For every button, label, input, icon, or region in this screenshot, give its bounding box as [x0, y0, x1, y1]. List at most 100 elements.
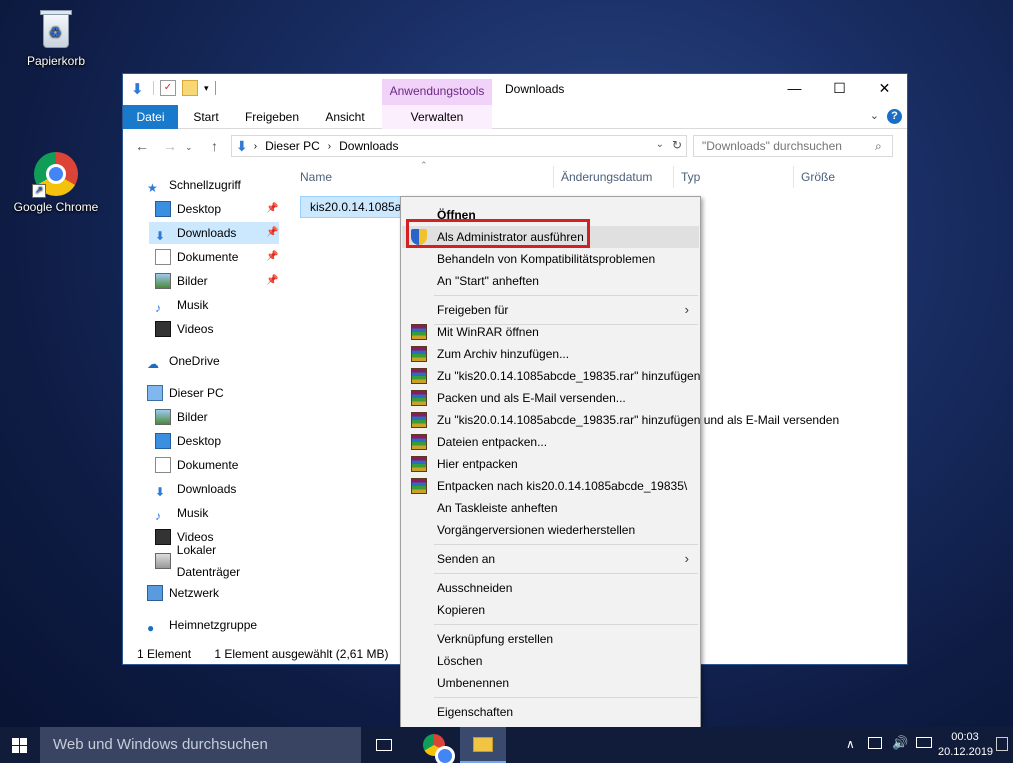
pictures-icon: [155, 273, 171, 289]
start-button[interactable]: [0, 727, 40, 763]
breadcrumb-this-pc[interactable]: Dieser PC: [265, 139, 320, 153]
desktop-icon-recycle-bin[interactable]: ♻ Papierkorb: [11, 8, 101, 68]
menu-item-pin-start[interactable]: An "Start" anheften: [402, 270, 699, 292]
close-button[interactable]: ✕: [862, 74, 907, 103]
file-name: kis20.0.14.1085abcde_19835.exe: [310, 200, 404, 214]
menu-item-share-with[interactable]: Freigeben für ›: [402, 299, 699, 321]
file-row[interactable]: kis20.0.14.1085abcde_19835.exe: [300, 196, 405, 218]
music-icon: ♪: [155, 301, 161, 315]
menu-item-delete[interactable]: Löschen: [402, 650, 699, 672]
pin-icon[interactable]: 📌: [266, 275, 278, 286]
forward-arrow-icon[interactable]: →: [163, 138, 177, 154]
tab-ansicht[interactable]: Ansicht: [315, 105, 375, 129]
nav-pc-pictures[interactable]: Bilder: [155, 406, 208, 428]
chevron-right-icon[interactable]: ›: [254, 141, 257, 152]
column-headers: Name Änderungsdatum Typ Größe: [293, 166, 873, 188]
keyboard-icon[interactable]: [916, 737, 932, 748]
nav-pc-music[interactable]: ♪ Musik: [155, 502, 208, 524]
nav-label: Downloads: [177, 482, 237, 496]
highlight-box: [406, 219, 590, 248]
nav-quick-desktop[interactable]: Desktop: [155, 198, 221, 220]
tab-freigeben[interactable]: Freigeben: [237, 105, 307, 129]
nav-quick-downloads[interactable]: ⬇ Downloads: [149, 222, 279, 244]
maximize-button[interactable]: ☐: [817, 74, 862, 103]
nav-quick-music[interactable]: ♪ Musik: [155, 294, 208, 316]
search-icon[interactable]: ⌕: [875, 139, 882, 154]
nav-quick-pictures[interactable]: Bilder: [155, 270, 208, 292]
nav-quick-access[interactable]: ★ Schnellzugriff: [147, 174, 241, 196]
menu-item-compat[interactable]: Behandeln von Kompatibilitätsproblemen: [402, 248, 699, 270]
nav-label: Lokaler Datenträger: [176, 543, 241, 579]
menu-item-rename[interactable]: Umbenennen: [402, 672, 699, 694]
music-icon: ♪: [155, 509, 161, 523]
notification-icon[interactable]: [996, 737, 1008, 751]
menu-item-pack-email[interactable]: Packen und als E-Mail versenden...: [402, 387, 699, 409]
column-name[interactable]: Name: [300, 170, 332, 184]
chevron-right-icon[interactable]: ›: [328, 141, 331, 152]
back-arrow-icon[interactable]: ←: [135, 138, 149, 154]
nav-pc-local-disk[interactable]: Lokaler Datenträger: [155, 543, 281, 579]
menu-item-cut[interactable]: Ausschneiden: [402, 577, 699, 599]
breadcrumb-downloads[interactable]: Downloads: [339, 139, 398, 153]
pin-icon[interactable]: 📌: [266, 227, 278, 238]
taskbar-explorer[interactable]: [460, 727, 506, 763]
new-folder-icon[interactable]: [182, 80, 198, 96]
nav-quick-videos[interactable]: Videos: [155, 318, 213, 340]
taskbar-chrome[interactable]: [411, 727, 457, 763]
nav-pc-desktop[interactable]: Desktop: [155, 430, 221, 452]
search-input[interactable]: [693, 135, 893, 157]
tab-datei[interactable]: Datei: [123, 105, 178, 129]
menu-item-restore-previous[interactable]: Vorgängerversionen wiederherstellen: [402, 519, 699, 541]
taskbar-search[interactable]: Web und Windows durchsuchen: [40, 727, 361, 763]
properties-check-icon[interactable]: ✓: [160, 80, 176, 96]
tab-start[interactable]: Start: [181, 105, 231, 129]
nav-pc-downloads[interactable]: ⬇ Downloads: [155, 478, 236, 500]
recent-chevron-icon[interactable]: ⌄: [185, 142, 193, 153]
menu-item-extract-here[interactable]: Hier entpacken: [402, 453, 699, 475]
menu-item-add-rar-email[interactable]: Zu "kis20.0.14.1085abcde_19835.rar" hinz…: [402, 409, 839, 431]
column-type[interactable]: Typ: [681, 170, 700, 184]
nav-network[interactable]: Netzwerk: [147, 582, 219, 604]
nav-quick-documents[interactable]: Dokumente: [155, 246, 238, 268]
column-size[interactable]: Größe: [801, 170, 835, 184]
task-view-button[interactable]: [361, 727, 407, 763]
window-title: Downloads: [505, 82, 565, 96]
network-tray-icon[interactable]: [868, 737, 882, 749]
menu-item-create-shortcut[interactable]: Verknüpfung erstellen: [402, 628, 699, 650]
nav-homegroup[interactable]: ● Heimnetzgruppe: [147, 614, 257, 636]
menu-item-winrar-open[interactable]: Mit WinRAR öffnen: [402, 321, 699, 343]
nav-pc-documents[interactable]: Dokumente: [155, 454, 238, 476]
task-view-icon: [376, 739, 392, 751]
tray-chevron-icon[interactable]: ∧: [846, 737, 855, 751]
tab-verwalten[interactable]: Verwalten: [382, 105, 492, 129]
refresh-icon[interactable]: ↻: [672, 138, 682, 152]
pin-icon[interactable]: 📌: [266, 251, 278, 262]
desktop-icon-chrome[interactable]: ↗ Google Chrome: [11, 152, 101, 214]
down-arrow-icon[interactable]: ⬇: [131, 80, 147, 98]
clock[interactable]: 00:03 20.12.2019: [938, 730, 993, 760]
menu-item-extract-to[interactable]: Entpacken nach kis20.0.14.1085abcde_1983…: [402, 475, 699, 497]
taskbar: Web und Windows durchsuchen ∧ 🔊 00:03 20…: [0, 727, 1013, 763]
help-icon[interactable]: ?: [887, 109, 902, 124]
up-arrow-icon[interactable]: ↑: [211, 138, 218, 154]
menu-item-pin-taskbar[interactable]: An Taskleiste anheften: [402, 497, 699, 519]
menu-item-add-rar[interactable]: Zu "kis20.0.14.1085abcde_19835.rar" hinz…: [402, 365, 700, 387]
nav-onedrive[interactable]: ☁ OneDrive: [147, 350, 220, 372]
menu-item-send-to[interactable]: Senden an ›: [402, 548, 699, 570]
ribbon-collapse-icon[interactable]: ⌄: [870, 109, 879, 122]
menu-item-copy[interactable]: Kopieren: [402, 599, 699, 621]
hard-drive-icon: [155, 553, 171, 569]
minimize-button[interactable]: —: [772, 74, 817, 103]
nav-this-pc[interactable]: Dieser PC: [147, 382, 224, 404]
address-bar[interactable]: ⬇ › Dieser PC › Downloads ⌄ ↻: [231, 135, 687, 157]
address-dropdown-icon[interactable]: ⌄: [656, 139, 664, 150]
winrar-icon: [411, 412, 427, 428]
menu-item-properties[interactable]: Eigenschaften: [402, 701, 699, 723]
customize-qat-icon[interactable]: ▾: [204, 83, 209, 94]
volume-icon[interactable]: 🔊: [892, 735, 908, 751]
pin-icon[interactable]: 📌: [266, 203, 278, 214]
menu-item-label: Hier entpacken: [437, 457, 518, 471]
column-date[interactable]: Änderungsdatum: [561, 170, 652, 184]
menu-item-extract-files[interactable]: Dateien entpacken...: [402, 431, 699, 453]
menu-item-add-archive[interactable]: Zum Archiv hinzufügen...: [402, 343, 699, 365]
